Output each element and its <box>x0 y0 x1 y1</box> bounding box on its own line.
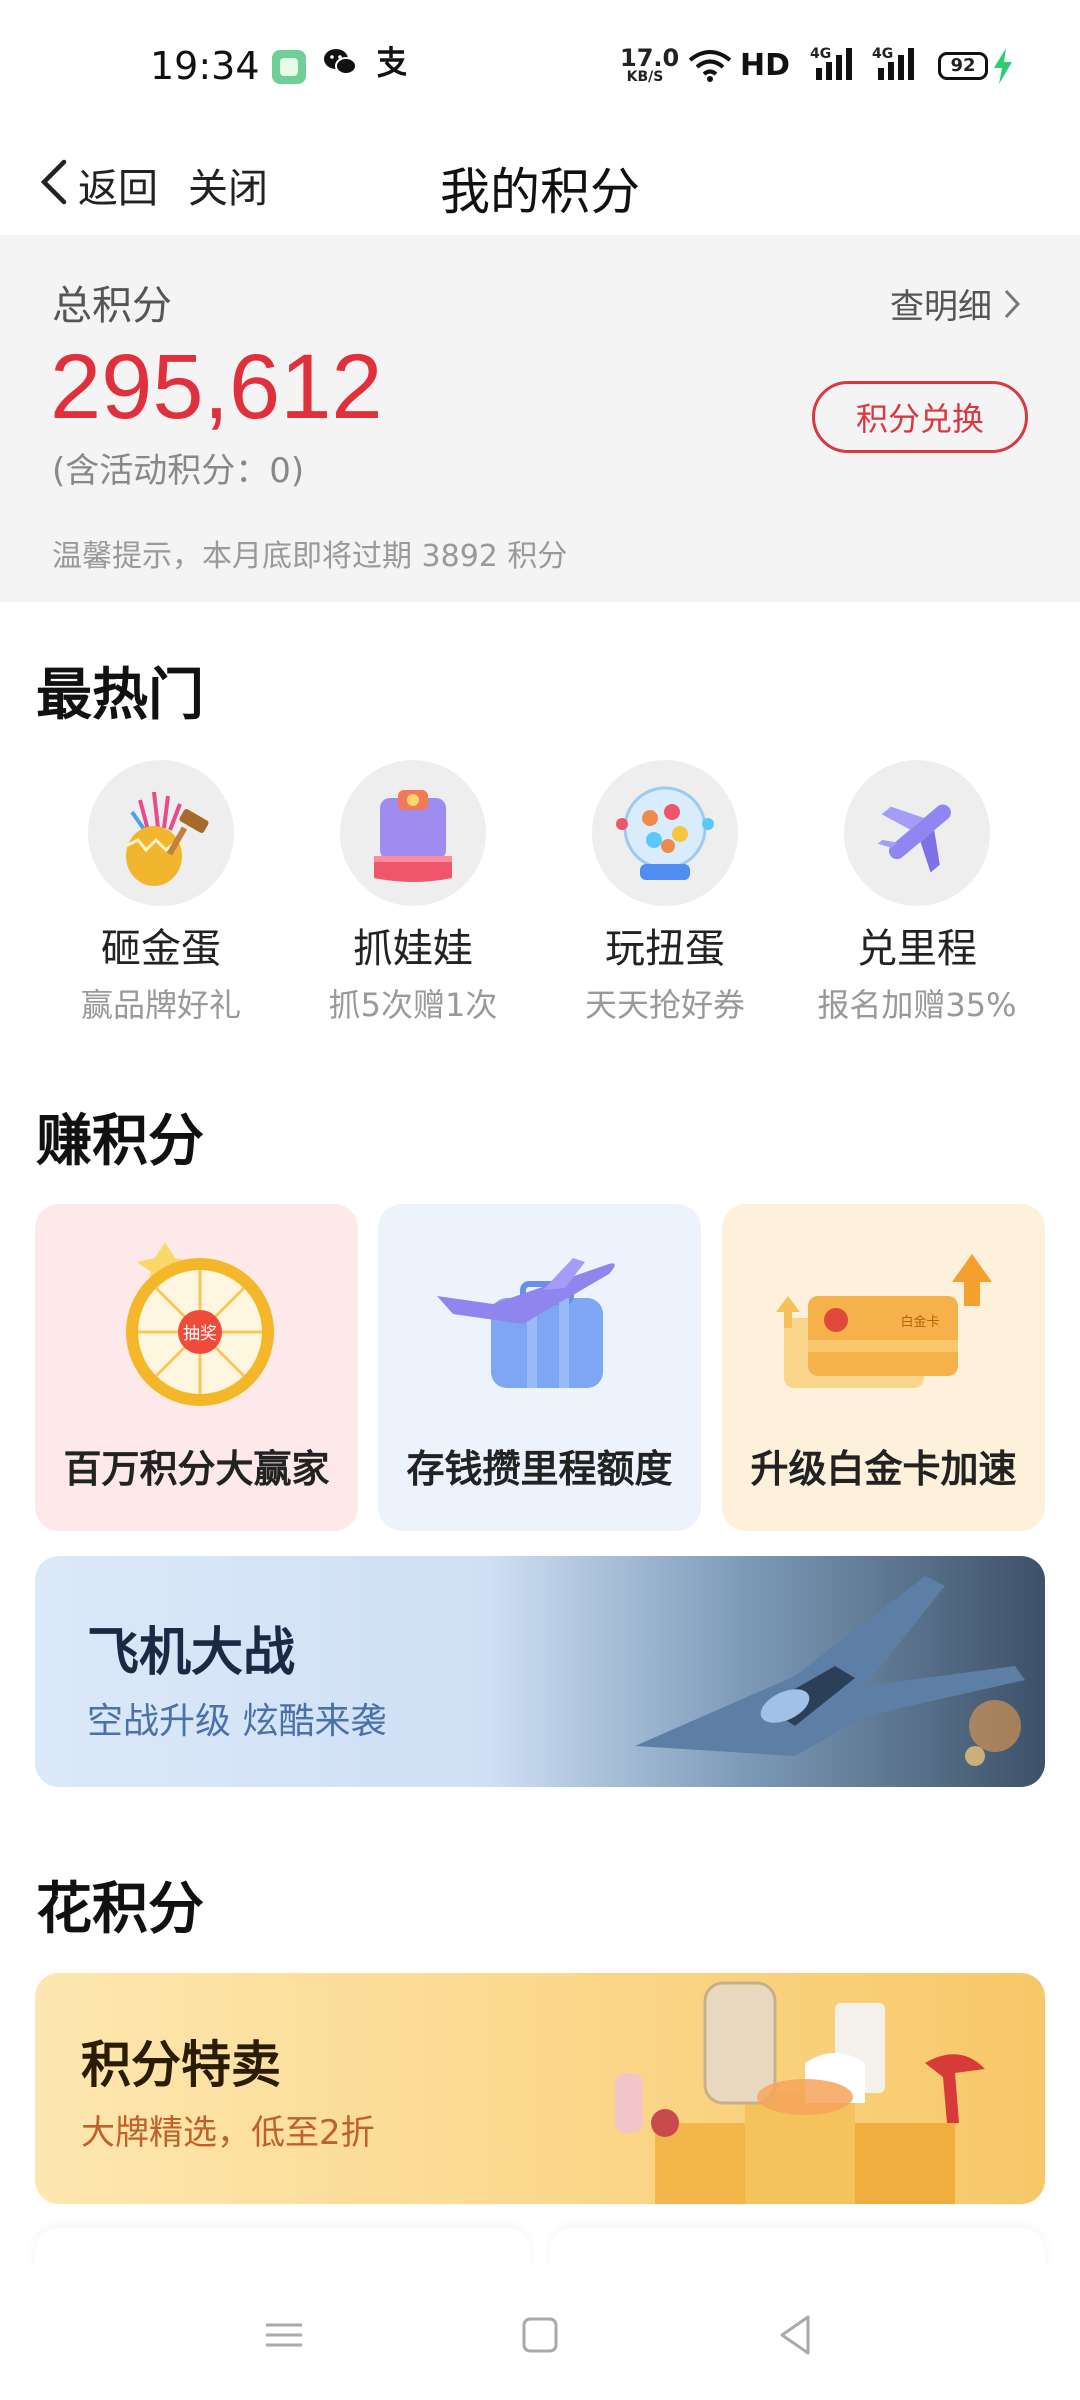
wechat-icon <box>322 46 358 87</box>
exchange-points-button[interactable]: 积分兑换 <box>812 381 1028 453</box>
hot-item-subtitle: 报名加赠35% <box>817 986 1017 1024</box>
earn-card-platinum[interactable]: 白金卡 升级白金卡加速 <box>722 1204 1045 1531</box>
total-points-value: 295,612 <box>50 336 383 438</box>
prize-wheel-icon: 抽奖 <box>126 1242 274 1406</box>
plane-war-banner[interactable]: 飞机大战 空战升级 炫酷来袭 <box>35 1556 1045 1787</box>
expiry-tip: 温馨提示，本月底即将过期 3892 积分 <box>52 539 568 574</box>
earn-card-save-miles[interactable]: 存钱攒里程额度 <box>378 1204 701 1531</box>
menu-icon[interactable] <box>254 2305 314 2365</box>
wheel-center-label: 抽奖 <box>183 1324 217 1344</box>
speed-value: 17.0 <box>620 44 680 72</box>
hot-item-golden-egg[interactable]: 砸金蛋 赢品牌好礼 <box>35 760 287 1026</box>
hot-item-subtitle: 抓5次赠1次 <box>328 986 498 1024</box>
banner-title: 飞机大战 <box>87 1623 296 1683</box>
view-details-link[interactable]: 查明细 <box>890 279 1022 328</box>
wifi-icon <box>688 48 732 86</box>
earn-card-label: 存钱攒里程额度 <box>406 1447 673 1491</box>
banner-subtitle: 空战升级 炫酷来袭 <box>87 1701 387 1742</box>
points-sale-banner[interactable]: 积分特卖 大牌精选，低至2折 <box>35 1973 1045 2204</box>
hot-item-subtitle: 天天抢好券 <box>584 986 745 1024</box>
earn-card-million-points[interactable]: 抽奖 百万积分大赢家 <box>35 1204 358 1531</box>
banner-title: 积分特卖 <box>81 2036 281 2094</box>
page-title: 我的积分 <box>440 163 640 221</box>
status-time: 19:34 <box>150 44 260 88</box>
gashapon-icon <box>592 760 738 906</box>
hot-item-name: 兑里程 <box>857 926 977 972</box>
close-button[interactable]: 关闭 <box>188 156 268 214</box>
airplane-icon <box>844 760 990 906</box>
back-arrow-icon[interactable] <box>34 152 74 212</box>
back-icon[interactable] <box>766 2305 826 2365</box>
charging-icon <box>992 48 1014 88</box>
activity-points-note: (含活动积分：0) <box>52 451 305 491</box>
earn-card-label: 升级白金卡加速 <box>750 1447 1017 1491</box>
signal-icon: 4G <box>810 46 858 86</box>
platinum-card-icon: 白金卡 <box>776 1254 992 1388</box>
speed-unit: KB/S <box>626 69 664 85</box>
banner-subtitle: 大牌精选，低至2折 <box>81 2113 375 2153</box>
app-icon <box>272 50 306 84</box>
network-type: 4G <box>872 46 894 62</box>
section-title-earn: 赚积分 <box>36 1109 204 1174</box>
section-title-hot: 最热门 <box>36 663 204 728</box>
plane-suitcase-icon <box>437 1258 615 1388</box>
nav-header: 返回 关闭 我的积分 <box>0 130 1080 235</box>
section-title-spend: 花积分 <box>36 1877 204 1942</box>
signal-icon: 4G <box>872 46 920 86</box>
home-icon[interactable] <box>510 2305 570 2365</box>
hot-item-miles[interactable]: 兑里程 报名加赠35% <box>791 760 1043 1026</box>
golden-egg-icon <box>88 760 234 906</box>
hd-label: HD <box>740 48 791 83</box>
status-bar: 19:34 17.0 KB/S HD 4G 4G 92 <box>0 0 1080 130</box>
network-type: 4G <box>810 46 832 62</box>
hot-item-name: 砸金蛋 <box>101 926 221 972</box>
platinum-card-text: 白金卡 <box>900 1314 939 1330</box>
hot-item-subtitle: 赢品牌好礼 <box>80 986 241 1024</box>
products-display-icon <box>615 1981 985 2204</box>
hot-item-name: 玩扭蛋 <box>605 926 725 972</box>
fighter-jet-icon <box>635 1576 1025 1766</box>
view-details-label: 查明细 <box>890 287 992 327</box>
alipay-icon <box>374 44 410 87</box>
hot-item-claw-machine[interactable]: 抓娃娃 抓5次赠1次 <box>287 760 539 1026</box>
earn-card-label: 百万积分大赢家 <box>63 1447 330 1491</box>
total-points-label: 总积分 <box>52 283 172 329</box>
network-speed: 17.0 KB/S <box>620 44 680 85</box>
back-button[interactable]: 返回 <box>78 156 158 214</box>
chevron-right-icon <box>1004 289 1021 318</box>
hot-item-gashapon[interactable]: 玩扭蛋 天天抢好券 <box>539 760 791 1026</box>
points-summary: 总积分 查明细 295,612 (含活动积分：0) 积分兑换 温馨提示，本月底即… <box>0 235 1080 602</box>
hot-item-name: 抓娃娃 <box>353 926 473 972</box>
claw-machine-icon <box>340 760 486 906</box>
battery-icon: 92 <box>938 52 988 80</box>
system-nav-bar <box>0 2265 1080 2400</box>
